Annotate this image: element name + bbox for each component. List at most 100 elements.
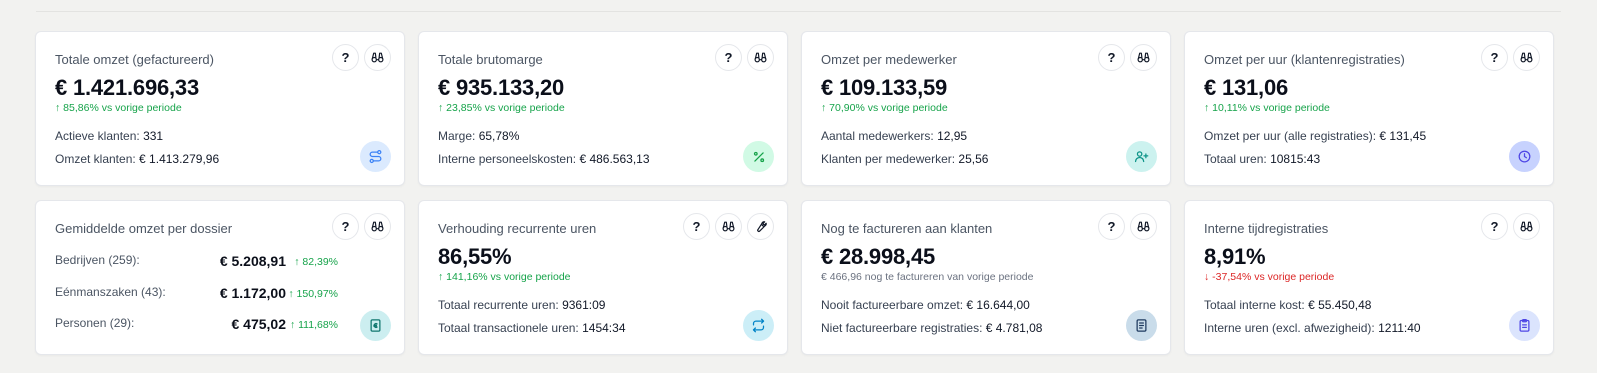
trend-indicator: ↑ 70,90% vs vorige periode [821, 102, 948, 114]
card-badge [1509, 141, 1540, 172]
kpi-value: € 131,06 [1204, 75, 1289, 100]
detail-label: Actieve klanten: [55, 129, 140, 143]
dossier-amount: € 475,02 [231, 316, 287, 332]
binoculars-button[interactable] [364, 44, 391, 71]
top-divider [36, 11, 1561, 12]
card-actions: ? [1481, 213, 1540, 240]
help-button[interactable]: ? [1098, 44, 1125, 71]
detail-label: Niet factureerbare registraties: [821, 321, 983, 335]
detail-value: € 486.563,13 [579, 152, 650, 166]
kpi-card-revenue-per-hour: Omzet per uur (klantenregistraties) ? € … [1184, 31, 1554, 186]
detail-value: 1454:34 [582, 321, 626, 335]
user-plus-icon [1134, 151, 1149, 163]
dossier-trend: ↑ 111,68% [289, 319, 338, 331]
card-actions: ? [715, 44, 774, 71]
binoculars-button[interactable] [715, 213, 742, 240]
detail-label: Interne personeelskosten: [438, 152, 577, 166]
detail-row: Interne uren (excl. afwezigheid): 1211:4… [1204, 321, 1421, 335]
detail-value: 331 [143, 129, 164, 143]
dossier-label: Personen (29): [55, 316, 135, 330]
help-icon: ? [341, 50, 350, 65]
dossier-label: Bedrijven (259): [55, 253, 140, 267]
trend-indicator: € 466,96 nog te factureren van vorige pe… [821, 271, 1034, 283]
card-title: Interne tijdregistraties [1204, 221, 1329, 236]
binoculars-button[interactable] [747, 44, 774, 71]
kpi-card-internal-time-registrations: Interne tijdregistraties ? 8,91% ↓ -37,5… [1184, 200, 1554, 355]
detail-value: 10815:43 [1270, 152, 1321, 166]
binoculars-icon [722, 221, 735, 232]
kpi-grid: Totale omzet (gefactureerd) ? € 1.421.69… [35, 31, 1554, 355]
kpi-value: € 935.133,20 [438, 75, 565, 100]
help-button[interactable]: ? [332, 44, 359, 71]
detail-row: Totaal transactionele uren: 1454:34 [438, 321, 626, 335]
repeat-icon [752, 318, 765, 333]
detail-label: Nooit factureerbare omzet: [821, 298, 964, 312]
settings-button[interactable] [747, 213, 774, 240]
binoculars-icon [1137, 52, 1150, 63]
detail-value: 1211:40 [1378, 321, 1421, 335]
kpi-card-total-revenue: Totale omzet (gefactureerd) ? € 1.421.69… [35, 31, 405, 186]
detail-row: Interne personeelskosten: € 486.563,13 [438, 152, 650, 166]
kpi-card-revenue-per-employee: Omzet per medewerker ? € 109.133,59 ↑ 70… [801, 31, 1171, 186]
binoculars-icon [1520, 221, 1533, 232]
binoculars-icon [371, 221, 384, 232]
help-button[interactable]: ? [715, 44, 742, 71]
kpi-card-recurring-hours-ratio: Verhouding recurrente uren ? 86,55% ↑ 14… [418, 200, 788, 355]
detail-label: Klanten per medewerker: [821, 152, 956, 166]
clock-icon [1518, 150, 1531, 163]
detail-value: € 1.413.279,96 [139, 152, 220, 166]
binoculars-button[interactable] [1130, 213, 1157, 240]
help-icon: ? [341, 219, 350, 234]
detail-value: € 4.781,08 [985, 321, 1043, 335]
card-badge [360, 310, 391, 341]
card-actions: ? [332, 213, 391, 240]
detail-row: Totaal interne kost: € 55.450,48 [1204, 298, 1371, 312]
card-badge [360, 141, 391, 172]
card-title: Omzet per medewerker [821, 52, 957, 67]
binoculars-button[interactable] [1513, 44, 1540, 71]
help-button[interactable]: ? [332, 213, 359, 240]
detail-label: Omzet klanten: [55, 152, 136, 166]
binoculars-button[interactable] [364, 213, 391, 240]
kpi-value: € 28.998,45 [821, 244, 936, 269]
help-icon: ? [1107, 50, 1116, 65]
card-badge [1126, 310, 1157, 341]
card-actions: ? [1098, 44, 1157, 71]
detail-row: Aantal medewerkers: 12,95 [821, 129, 967, 143]
kpi-value: € 1.421.696,33 [55, 75, 200, 100]
percent-icon [753, 151, 764, 162]
detail-label: Totaal recurrente uren: [438, 298, 559, 312]
card-badge [1509, 310, 1540, 341]
card-actions: ? [1098, 213, 1157, 240]
detail-row: Klanten per medewerker: 25,56 [821, 152, 988, 166]
detail-value: € 131,45 [1379, 129, 1427, 143]
card-actions: ? [332, 44, 391, 71]
detail-label: Totaal transactionele uren: [438, 321, 579, 335]
help-button[interactable]: ? [683, 213, 710, 240]
help-button[interactable]: ? [1098, 213, 1125, 240]
detail-row: Omzet klanten: € 1.413.279,96 [55, 152, 219, 166]
card-actions: ? [683, 213, 774, 240]
help-icon: ? [692, 219, 701, 234]
kpi-value: 8,91% [1204, 244, 1266, 269]
trend-indicator: ↓ -37,54% vs vorige periode [1204, 271, 1335, 283]
detail-row: Niet factureerbare registraties: € 4.781… [821, 321, 1042, 335]
kpi-card-gross-margin: Totale brutomarge ? € 935.133,20 ↑ 23,85… [418, 31, 788, 186]
detail-row: Totaal recurrente uren: 9361:09 [438, 298, 605, 312]
dossier-amount: € 5.208,91 [219, 253, 286, 269]
clipboard-icon [1519, 318, 1530, 332]
help-button[interactable]: ? [1481, 213, 1508, 240]
detail-label: Marge: [438, 129, 476, 143]
detail-label: Interne uren (excl. afwezigheid): [1204, 321, 1375, 335]
detail-value: 9361:09 [562, 298, 606, 312]
detail-value: 65,78% [478, 129, 520, 143]
card-badge [743, 310, 774, 341]
detail-label: Omzet per uur (alle registraties): [1204, 129, 1377, 143]
trend-indicator: ↑ 10,11% vs vorige periode [1204, 102, 1330, 114]
binoculars-button[interactable] [1130, 44, 1157, 71]
binoculars-button[interactable] [1513, 213, 1540, 240]
trend-indicator: ↑ 85,86% vs vorige periode [55, 102, 182, 114]
help-button[interactable]: ? [1481, 44, 1508, 71]
help-icon: ? [1490, 219, 1499, 234]
detail-value: 25,56 [958, 152, 989, 166]
